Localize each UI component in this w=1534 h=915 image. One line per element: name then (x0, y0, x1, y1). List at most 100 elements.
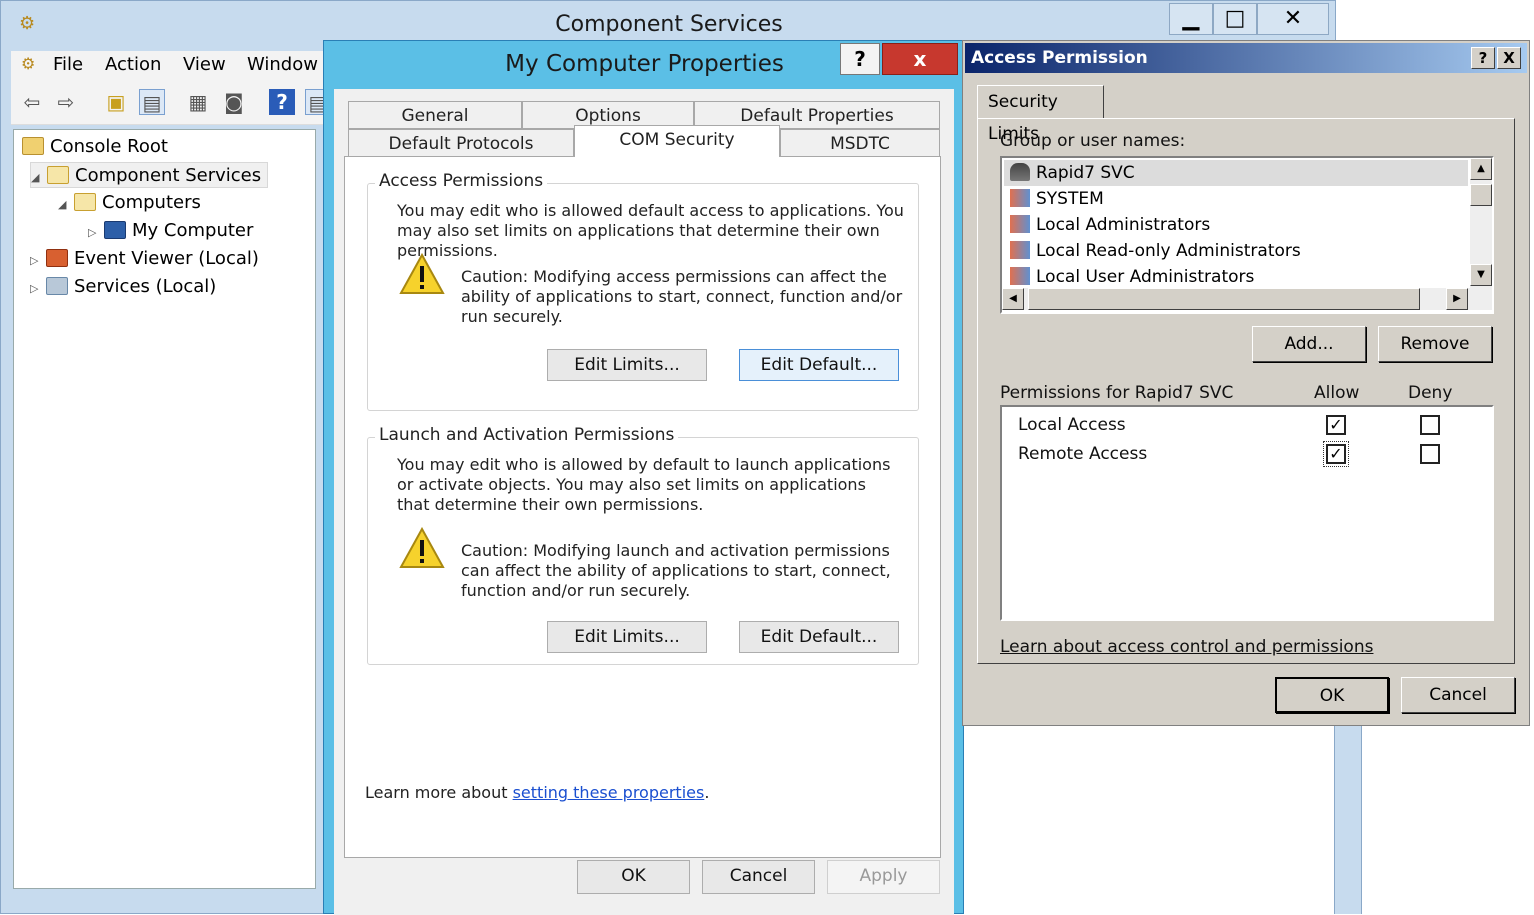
maximize-button[interactable]: □ (1213, 3, 1257, 35)
cancel-button[interactable]: Cancel (702, 860, 815, 894)
warning-icon (399, 527, 445, 568)
help-icon[interactable]: ? (269, 89, 295, 115)
console-tree: Console Root ◢ Component Services ◢ Comput… (13, 129, 316, 889)
menu-bar: ⚙ File Action View Window (11, 51, 326, 81)
collapsed-arrow-icon[interactable]: ▷ (30, 276, 46, 302)
dialog-title: Access Permission (965, 43, 1527, 73)
access-edit-limits-button[interactable]: Edit Limits... (547, 349, 707, 381)
ok-button[interactable]: OK (577, 860, 690, 894)
tree-item-component-services[interactable]: ◢ Component Services (30, 162, 269, 191)
apply-button[interactable]: Apply (827, 860, 940, 894)
ok-button[interactable]: OK (1275, 677, 1389, 713)
launch-activation-description: You may edit who is allowed by default t… (397, 455, 891, 514)
access-edit-default-button[interactable]: Edit Default... (739, 349, 899, 381)
window-frame-fragment (1334, 725, 1362, 914)
remote-access-deny-checkbox[interactable] (1420, 444, 1440, 464)
show-tree-icon[interactable]: ▤ (139, 89, 165, 115)
tree-item-computers[interactable]: ◢ Computers (58, 190, 201, 216)
component-services-icon (47, 166, 69, 184)
permission-name: Remote Access (1018, 444, 1148, 464)
tree-item-services[interactable]: ▷ Services (Local) (30, 274, 216, 300)
properties-icon[interactable]: ▦ (185, 89, 211, 115)
services-gear-icon (46, 277, 68, 295)
forward-arrow-icon[interactable]: ⇨ (53, 89, 79, 115)
user-list: Rapid7 SVC SYSTEM Local Administrators L… (1000, 156, 1494, 314)
horizontal-scroll-thumb[interactable] (1028, 288, 1420, 310)
help-button[interactable]: ? (840, 43, 880, 75)
access-permission-dialog: Access Permission ? X Security Limits Gr… (962, 40, 1530, 726)
launch-activation-label: Launch and Activation Permissions (375, 425, 679, 445)
tree-item-event-viewer[interactable]: ▷ Event Viewer (Local) (30, 246, 259, 272)
close-button[interactable]: x (882, 43, 958, 75)
scroll-left-arrow-icon[interactable]: ◀ (1002, 288, 1024, 310)
group-icon (1010, 267, 1030, 285)
scroll-right-arrow-icon[interactable]: ▶ (1446, 288, 1468, 310)
launch-caution-text: Caution: Modifying launch and activation… (461, 541, 891, 600)
user-item-local-read-only-administrators[interactable]: Local Read-only Administrators (1010, 238, 1301, 264)
add-button[interactable]: Add... (1252, 326, 1366, 362)
user-item-system[interactable]: SYSTEM (1010, 186, 1104, 212)
menu-action[interactable]: Action (105, 54, 161, 75)
tab-security-limits[interactable]: Security Limits (977, 85, 1104, 144)
expanded-arrow-icon[interactable]: ◢ (58, 192, 74, 218)
setting-properties-link[interactable]: setting these properties (513, 783, 705, 802)
permissions-for-label: Permissions for Rapid7 SVC (1000, 383, 1234, 403)
up-folder-icon[interactable]: ▣ (103, 89, 129, 115)
menu-file[interactable]: File (53, 54, 83, 75)
close-button[interactable]: X (1497, 47, 1521, 69)
local-access-allow-checkbox[interactable]: ✓ (1326, 415, 1346, 435)
launch-edit-limits-button[interactable]: Edit Limits... (547, 621, 707, 653)
access-caution-text: Caution: Modifying access permissions ca… (461, 267, 903, 326)
minimize-button[interactable]: ▁ (1169, 3, 1213, 35)
cancel-button[interactable]: Cancel (1401, 677, 1515, 713)
close-button[interactable]: ✕ (1257, 3, 1329, 35)
collapsed-arrow-icon[interactable]: ▷ (88, 220, 104, 246)
permissions-list: Local Access ✓ Remote Access ✓ (1000, 405, 1494, 621)
com-security-panel: Access Permissions You may edit who is a… (344, 156, 941, 858)
system-menu-icon[interactable]: ⚙ (21, 54, 35, 73)
launch-edit-default-button[interactable]: Edit Default... (739, 621, 899, 653)
tab-com-security[interactable]: COM Security (574, 125, 780, 157)
tab-msdtc[interactable]: MSDTC (780, 129, 940, 157)
scroll-thumb[interactable] (1470, 184, 1492, 206)
my-computer-properties-dialog: My Computer Properties ? x General Optio… (323, 40, 964, 915)
computer-icon (104, 221, 126, 239)
collapsed-arrow-icon[interactable]: ▷ (30, 248, 46, 274)
menu-window[interactable]: Window (247, 54, 318, 75)
remove-button[interactable]: Remove (1378, 326, 1492, 362)
tab-default-protocols[interactable]: Default Protocols (348, 129, 574, 157)
security-limits-panel: Group or user names: Rapid7 SVC SYSTEM L… (977, 118, 1515, 664)
user-item-rapid7-svc[interactable]: Rapid7 SVC (1004, 160, 1468, 186)
scroll-down-arrow-icon[interactable]: ▼ (1470, 264, 1492, 286)
group-icon (1010, 189, 1030, 207)
permission-name: Local Access (1018, 415, 1126, 435)
result-pane-fragment (962, 725, 1334, 914)
deny-column-header: Deny (1408, 383, 1453, 403)
tree-item-my-computer[interactable]: ▷ My Computer (88, 218, 253, 244)
toolbar: ⇦ ⇨ ▣ ▤ ▦ ◙ ? ▤ (11, 81, 331, 125)
tree-item-console-root[interactable]: Console Root (22, 134, 168, 160)
folder-icon (74, 193, 96, 211)
expanded-arrow-icon[interactable]: ◢ (31, 165, 47, 191)
learn-more-line: Learn more about setting these propertie… (365, 783, 710, 802)
help-button[interactable]: ? (1471, 47, 1495, 69)
local-access-deny-checkbox[interactable] (1420, 415, 1440, 435)
remote-access-allow-checkbox[interactable]: ✓ (1323, 441, 1349, 467)
menu-view[interactable]: View (183, 54, 226, 75)
folder-icon (22, 137, 44, 155)
allow-column-header: Allow (1314, 383, 1360, 403)
tab-general[interactable]: General (348, 101, 522, 129)
scroll-up-arrow-icon[interactable]: ▲ (1470, 158, 1492, 180)
group-icon (1010, 241, 1030, 259)
warning-icon (399, 253, 445, 294)
user-item-local-administrators[interactable]: Local Administrators (1010, 212, 1210, 238)
user-item-local-user-administrators[interactable]: Local User Administrators (1010, 264, 1254, 290)
event-viewer-icon (46, 249, 68, 267)
dialog-body: General Options Default Properties Defau… (334, 89, 954, 915)
learn-access-control-link[interactable]: Learn about access control and permissio… (1000, 637, 1373, 657)
refresh-icon[interactable]: ◙ (221, 89, 247, 115)
access-permissions-description: You may edit who is allowed default acce… (397, 201, 904, 260)
group-user-names-label: Group or user names: (1000, 131, 1186, 151)
group-icon (1010, 215, 1030, 233)
back-arrow-icon[interactable]: ⇦ (19, 89, 45, 115)
